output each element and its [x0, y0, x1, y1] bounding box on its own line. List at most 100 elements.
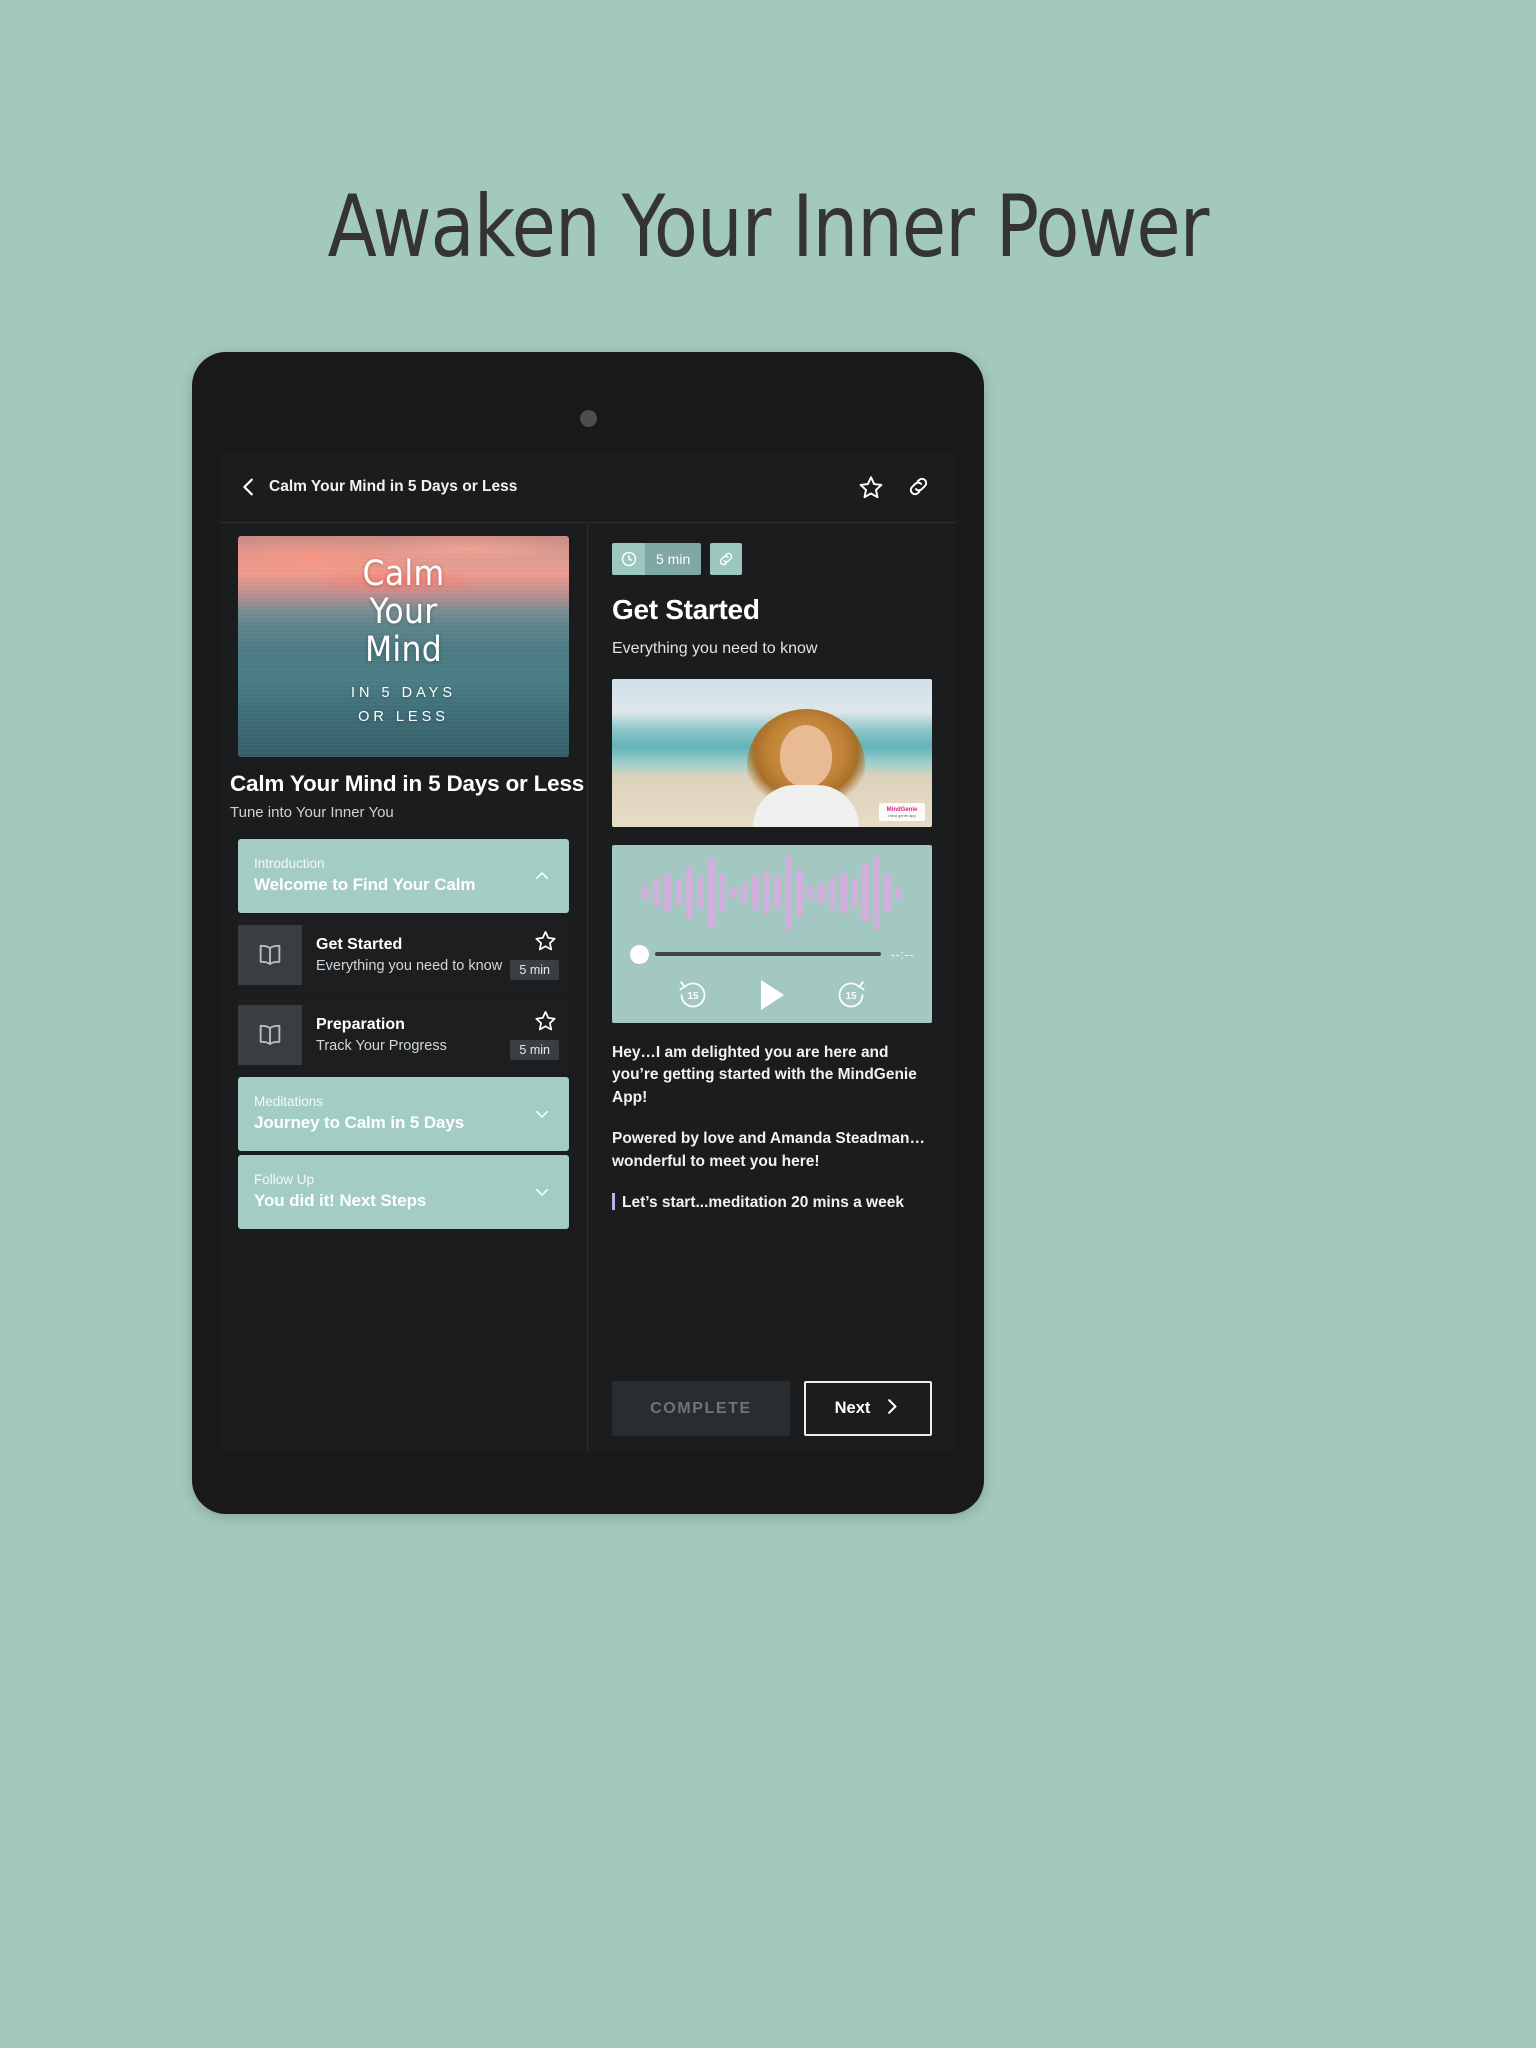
lesson-body-copy: Hey…I am delighted you are here and you’…	[612, 1042, 932, 1173]
cover-sub-2: OR LESS	[358, 708, 449, 725]
waveform-bar	[895, 886, 902, 900]
waveform-bar	[642, 886, 649, 900]
star-outline-icon[interactable]	[534, 929, 557, 952]
duration-badge: 5 min	[510, 1040, 559, 1060]
audio-scrubber[interactable]: --:--	[630, 941, 914, 967]
lesson-description: Everything you need to know	[316, 958, 503, 974]
duration-badge: 5 min	[510, 960, 559, 980]
elapsed-time: --:--	[890, 946, 914, 962]
lesson-detail-title: Get Started	[612, 594, 760, 625]
course-sections: Introduction Welcome to Find Your Calm G…	[220, 839, 587, 1229]
waveform-bar	[873, 856, 880, 930]
chevron-right-icon	[882, 1397, 901, 1421]
section-header-meditations[interactable]: Meditations Journey to Calm in 5 Days	[238, 1077, 569, 1151]
tablet-device: Calm Your Mind in 5 Days or Less Calm Yo…	[192, 352, 984, 1514]
app-body: Calm Your Mind IN 5 DAYS OR LESS Calm Yo…	[220, 523, 956, 1452]
section-kicker: Meditations	[254, 1093, 324, 1109]
chevron-left-icon[interactable]	[236, 474, 262, 500]
waveform-bar	[664, 873, 671, 913]
face-shape	[779, 725, 832, 787]
list-item-text: Preparation Track Your Progress	[316, 1016, 447, 1054]
section-name: Welcome to Find Your Calm	[254, 875, 476, 895]
lesson-title: Get Started	[316, 936, 403, 953]
clock-icon	[612, 543, 645, 575]
scrubber-track[interactable]	[655, 952, 881, 956]
cover-sub-1: IN 5 DAYS	[350, 685, 457, 702]
section-header-follow-up[interactable]: Follow Up You did it! Next Steps	[238, 1155, 569, 1229]
logo-name: MindGenie	[886, 806, 918, 813]
cover-line-3: Mind	[364, 629, 443, 670]
duration-value: 5 min	[645, 543, 702, 575]
waveform-bar	[807, 885, 814, 901]
next-button[interactable]: Next	[804, 1381, 932, 1436]
link-icon[interactable]	[906, 474, 932, 500]
list-item[interactable]: Preparation Track Your Progress 5 min	[238, 997, 569, 1073]
lesson-description: Track Your Progress	[316, 1038, 447, 1054]
waveform-bar	[796, 869, 803, 917]
clipped-text: Let’s start...meditation 20 mins a week	[622, 1194, 904, 1212]
waveform-bar	[719, 873, 726, 913]
app-screen: Calm Your Mind in 5 Days or Less Calm Yo…	[220, 452, 956, 1452]
waveform-bar	[818, 882, 825, 904]
course-subtitle: Tune into Your Inner You	[230, 804, 394, 821]
waveform-bar	[752, 875, 759, 911]
clipped-paragraph: Let’s start...meditation 20 mins a week	[612, 1193, 932, 1211]
complete-button[interactable]: COMPLETE	[612, 1381, 790, 1436]
scrubber-handle[interactable]	[630, 944, 649, 964]
waveform-bar	[730, 887, 737, 899]
star-outline-icon[interactable]	[858, 474, 884, 500]
waveform-bar	[675, 880, 682, 906]
cover-line-2: Your	[369, 591, 438, 632]
lesson-footer-actions: COMPLETE Next	[588, 1371, 956, 1452]
lesson-detail-pane: 5 min Get Started Everything you need to…	[588, 523, 956, 1452]
rewind-15-icon[interactable]: 15	[676, 978, 710, 1012]
instructor-figure	[746, 703, 865, 827]
waveform-bar	[686, 866, 693, 920]
logo-tagline: mind genie app	[888, 812, 916, 818]
section-name: Journey to Calm in 5 Days	[254, 1113, 465, 1133]
list-item-text: Get Started Everything you need to know	[316, 936, 502, 974]
section-header-introduction[interactable]: Introduction Welcome to Find Your Calm	[238, 839, 569, 913]
duration-badge: 5 min	[612, 543, 702, 575]
audio-transport-controls: 15 15	[630, 967, 914, 1023]
front-camera-icon	[579, 410, 597, 427]
waveform-bar	[829, 876, 836, 910]
paragraph: Hey…I am delighted you are here and you’…	[612, 1044, 917, 1106]
course-title: Calm Your Mind in 5 Days or Less	[230, 771, 585, 796]
waveform-bar	[774, 876, 781, 910]
svg-text:15: 15	[846, 991, 858, 1002]
waveform-bar	[862, 863, 869, 923]
instructor-photo: MindGenie mind genie app	[612, 679, 932, 827]
text-cursor-icon	[612, 1193, 615, 1211]
course-cover-image: Calm Your Mind IN 5 DAYS OR LESS	[238, 536, 569, 757]
audio-waveform	[630, 845, 914, 941]
waveform-bar	[697, 876, 704, 910]
app-header-actions	[858, 474, 932, 500]
play-icon[interactable]	[757, 977, 787, 1013]
cover-line-1: Calm	[362, 554, 445, 594]
lesson-detail-subtitle: Everything you need to know	[612, 640, 818, 657]
section-kicker: Introduction	[254, 855, 325, 871]
waveform-bar	[653, 878, 660, 908]
book-icon	[238, 1005, 302, 1065]
svg-text:15: 15	[687, 991, 699, 1002]
link-icon[interactable]	[710, 543, 743, 575]
waveform-bar	[741, 882, 748, 904]
list-item[interactable]: Get Started Everything you need to know …	[238, 917, 569, 993]
section-name: You did it! Next Steps	[254, 1191, 427, 1211]
star-outline-icon[interactable]	[534, 1009, 557, 1032]
page-title: Awaken Your Inner Power	[327, 177, 1210, 277]
lesson-detail-content: 5 min Get Started Everything you need to…	[588, 523, 956, 1371]
audio-player: --:-- 15 15	[612, 845, 932, 1023]
waveform-bar	[708, 858, 715, 928]
chevron-up-icon[interactable]	[531, 867, 553, 885]
chevron-down-icon[interactable]	[531, 1183, 553, 1201]
forward-15-icon[interactable]: 15	[834, 978, 868, 1012]
section-kicker: Follow Up	[254, 1171, 315, 1187]
app-header-title: Calm Your Mind in 5 Days or Less	[269, 478, 518, 495]
mindgenie-logo: MindGenie mind genie app	[879, 803, 925, 821]
waveform-bar	[785, 855, 792, 931]
chevron-down-icon[interactable]	[531, 1105, 553, 1123]
cover-text: Calm Your Mind IN 5 DAYS OR LESS	[238, 536, 569, 729]
paragraph: Powered by love and Amanda Steadman… won…	[612, 1130, 925, 1170]
